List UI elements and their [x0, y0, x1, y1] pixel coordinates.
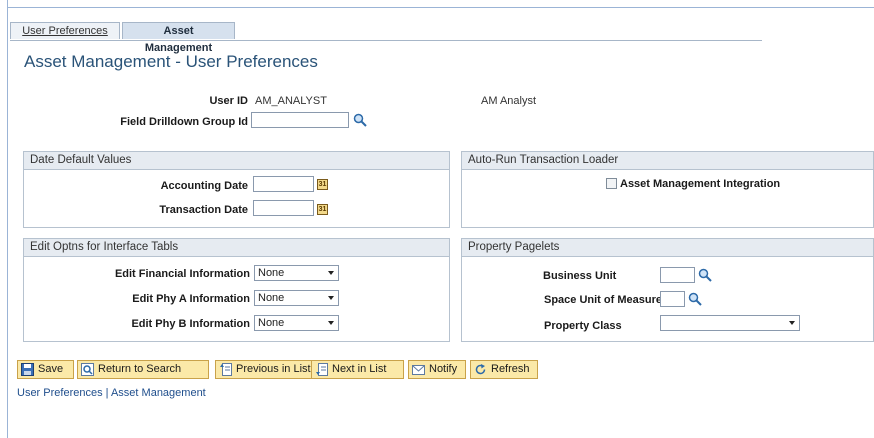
chevron-down-icon	[328, 321, 334, 325]
save-icon	[21, 363, 34, 376]
transaction-date-label: Transaction Date	[159, 204, 248, 216]
edit-optns-title: Edit Optns for Interface Tabls	[24, 239, 449, 257]
chevron-down-icon	[328, 296, 334, 300]
accounting-calendar-icon[interactable]: 31	[317, 179, 328, 190]
edit-fin-label: Edit Financial Information	[114, 268, 250, 280]
edit-phya-value: None	[258, 292, 285, 304]
previous-list-icon	[220, 363, 232, 376]
footer-link-user-preferences[interactable]: User Preferences	[17, 387, 103, 399]
space-uom-input[interactable]	[660, 291, 685, 307]
property-title: Property Pagelets	[462, 239, 873, 257]
chevron-down-icon	[789, 321, 795, 325]
am-integration-label: Asset Management Integration	[620, 178, 781, 190]
transaction-date-input[interactable]	[253, 200, 314, 216]
edit-phya-select[interactable]: None	[254, 290, 339, 306]
tab-asset-management[interactable]: Asset Management	[122, 22, 235, 54]
date-default-title: Date Default Values	[24, 152, 449, 170]
space-uom-label: Space Unit of Measure	[544, 294, 662, 306]
next-in-list-button[interactable]: Next in List	[311, 360, 404, 379]
chevron-down-icon	[328, 271, 334, 275]
notify-button[interactable]: Notify	[408, 360, 466, 379]
return-search-icon	[81, 363, 94, 376]
edit-fin-value: None	[258, 267, 285, 279]
business-unit-input[interactable]	[660, 267, 695, 283]
refresh-icon	[475, 364, 486, 375]
am-integration-checkbox[interactable]	[606, 178, 617, 189]
edit-phyb-label: Edit Phy B Information	[131, 318, 250, 330]
drilldown-input[interactable]	[251, 112, 349, 128]
notify-icon	[412, 365, 425, 375]
save-button[interactable]: Save	[17, 360, 74, 379]
business-unit-lookup-icon[interactable]	[698, 268, 712, 282]
space-uom-lookup-icon[interactable]	[688, 292, 702, 306]
accounting-date-input[interactable]	[253, 176, 314, 192]
frame-left-border	[7, 0, 8, 438]
frame-top-border	[7, 7, 874, 8]
user-id-label: User ID	[209, 95, 248, 107]
footer-link-asset-management[interactable]: Asset Management	[111, 387, 206, 399]
user-name-value: AM Analyst	[481, 95, 537, 107]
edit-phyb-value: None	[258, 317, 285, 329]
tab-user-preferences[interactable]: User Preferences	[10, 22, 120, 39]
refresh-label: Refresh	[491, 363, 530, 375]
save-label: Save	[38, 363, 64, 375]
next-list-icon	[316, 363, 328, 376]
next-label: Next in List	[332, 363, 387, 375]
edit-phya-label: Edit Phy A Information	[132, 293, 250, 305]
previous-in-list-button[interactable]: Previous in List	[215, 360, 325, 379]
tab-divider	[10, 40, 762, 41]
drilldown-lookup-icon[interactable]	[353, 113, 367, 127]
return-to-search-button[interactable]: Return to Search	[77, 360, 209, 379]
refresh-button[interactable]: Refresh	[470, 360, 538, 379]
accounting-date-label: Accounting Date	[160, 180, 248, 192]
drilldown-label: Field Drilldown Group Id	[120, 116, 248, 128]
footer-links: User Preferences | Asset Management	[17, 387, 206, 399]
return-label: Return to Search	[98, 363, 182, 375]
user-id-value: AM_ANALYST	[255, 95, 327, 107]
tab-strip: User Preferences Asset Management	[10, 22, 762, 54]
transaction-calendar-icon[interactable]: 31	[317, 204, 328, 215]
notify-label: Notify	[429, 363, 458, 375]
page-title: Asset Management - User Preferences	[24, 52, 318, 71]
edit-fin-select[interactable]: None	[254, 265, 339, 281]
property-class-select[interactable]	[660, 315, 800, 331]
auto-run-title: Auto-Run Transaction Loader	[462, 152, 873, 170]
footer-separator: |	[102, 387, 111, 399]
property-class-label: Property Class	[544, 320, 622, 332]
previous-label: Previous in List	[236, 363, 311, 375]
edit-phyb-select[interactable]: None	[254, 315, 339, 331]
